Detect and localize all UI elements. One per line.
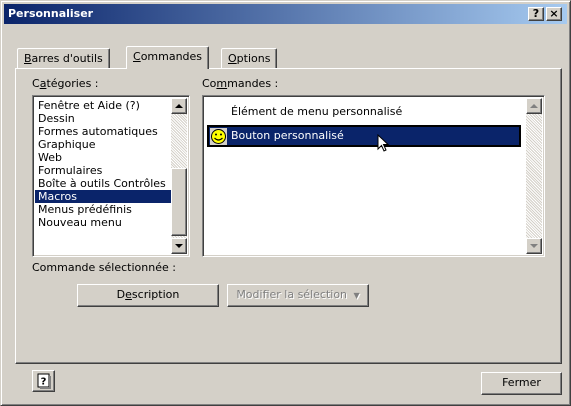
category-item[interactable]: Menus prédéfinis [35, 203, 171, 216]
category-item[interactable]: Nouveau menu [35, 216, 171, 229]
smiley-icon [210, 128, 227, 148]
tab-toolbars-label: arres d'outils [31, 52, 103, 65]
description-button[interactable]: Description [77, 284, 219, 307]
scroll-thumb[interactable] [171, 168, 187, 236]
category-item[interactable]: Dessin [35, 112, 171, 125]
tab-options-label: ptions [236, 52, 271, 65]
commands-label-post: mandes : [227, 77, 279, 90]
commands-scrollbar[interactable] [526, 98, 542, 254]
categories-list: Fenêtre et Aide (?) Dessin Formes automa… [35, 99, 171, 229]
category-item[interactable]: Fenêtre et Aide (?) [35, 99, 171, 112]
tab-toolbars[interactable]: Barres d'outils [17, 48, 110, 68]
category-item[interactable]: Boîte à outils Contrôles [35, 177, 171, 190]
scroll-up-button[interactable] [171, 98, 187, 114]
scroll-up-button[interactable] [526, 98, 542, 114]
help-title-button[interactable]: ? [528, 7, 544, 21]
command-item-label: Bouton personnalisé [231, 129, 344, 142]
scroll-down-button[interactable] [171, 238, 187, 254]
svg-text:?: ? [40, 377, 46, 388]
commands-label-pre: Co [202, 77, 217, 90]
tab-commands-accel: C [133, 50, 141, 63]
category-item[interactable]: Formes automatiques [35, 125, 171, 138]
window-title: Personnaliser [8, 7, 94, 20]
command-item-label: Élément de menu personnalisé [231, 105, 403, 118]
command-item-selected[interactable]: Bouton personnalisé [207, 125, 521, 147]
mouse-cursor-icon [377, 134, 390, 152]
modify-selection-label: Modifier la sélection [236, 288, 348, 301]
scroll-down-button[interactable] [526, 238, 542, 254]
close-button[interactable]: Fermer [481, 372, 562, 395]
tab-options[interactable]: Options [221, 48, 278, 68]
category-item[interactable]: Web [35, 151, 171, 164]
categories-label: Catégories : [32, 77, 99, 90]
commands-listbox[interactable]: Élément de menu personnalisé Bouton pers… [202, 95, 545, 257]
category-item[interactable]: Formulaires [35, 164, 171, 177]
arrow-down-icon [175, 244, 183, 248]
commands-label-accel: m [216, 77, 228, 90]
categories-listbox[interactable]: Fenêtre et Aide (?) Dessin Formes automa… [32, 95, 190, 257]
arrow-up-icon [530, 104, 538, 108]
customize-dialog: Personnaliser ? × Barres d'outils Comman… [0, 0, 571, 406]
category-item-selected[interactable]: Macros [35, 190, 171, 203]
tab-commands[interactable]: Commandes [126, 46, 210, 69]
categories-label-post: tégories : [46, 77, 99, 90]
arrow-down-icon [530, 244, 538, 248]
help-button[interactable]: ? [32, 370, 55, 392]
description-label-post: scription [131, 288, 180, 301]
tab-options-accel: O [228, 52, 237, 65]
title-bar[interactable]: Personnaliser ? × [4, 4, 567, 24]
commands-label: Commandes : [202, 77, 278, 90]
categories-label-pre: C [32, 77, 40, 90]
dropdown-arrow-icon: ▼ [353, 291, 360, 300]
tab-commands-label: ommandes [140, 50, 203, 63]
category-item[interactable]: Graphique [35, 138, 171, 151]
arrow-up-icon [175, 104, 183, 108]
tab-toolbars-accel: B [24, 52, 32, 65]
help-question-icon: ? [37, 373, 51, 389]
description-label-pre: D [116, 288, 126, 301]
command-item[interactable]: Élément de menu personnalisé [207, 101, 521, 123]
close-title-button[interactable]: × [546, 7, 562, 21]
description-label-accel: e [125, 288, 132, 301]
categories-scrollbar[interactable] [171, 98, 187, 254]
selected-command-label: Commande sélectionnée : [32, 261, 176, 274]
modify-selection-button[interactable]: Modifier la sélection ▼ [227, 284, 369, 307]
